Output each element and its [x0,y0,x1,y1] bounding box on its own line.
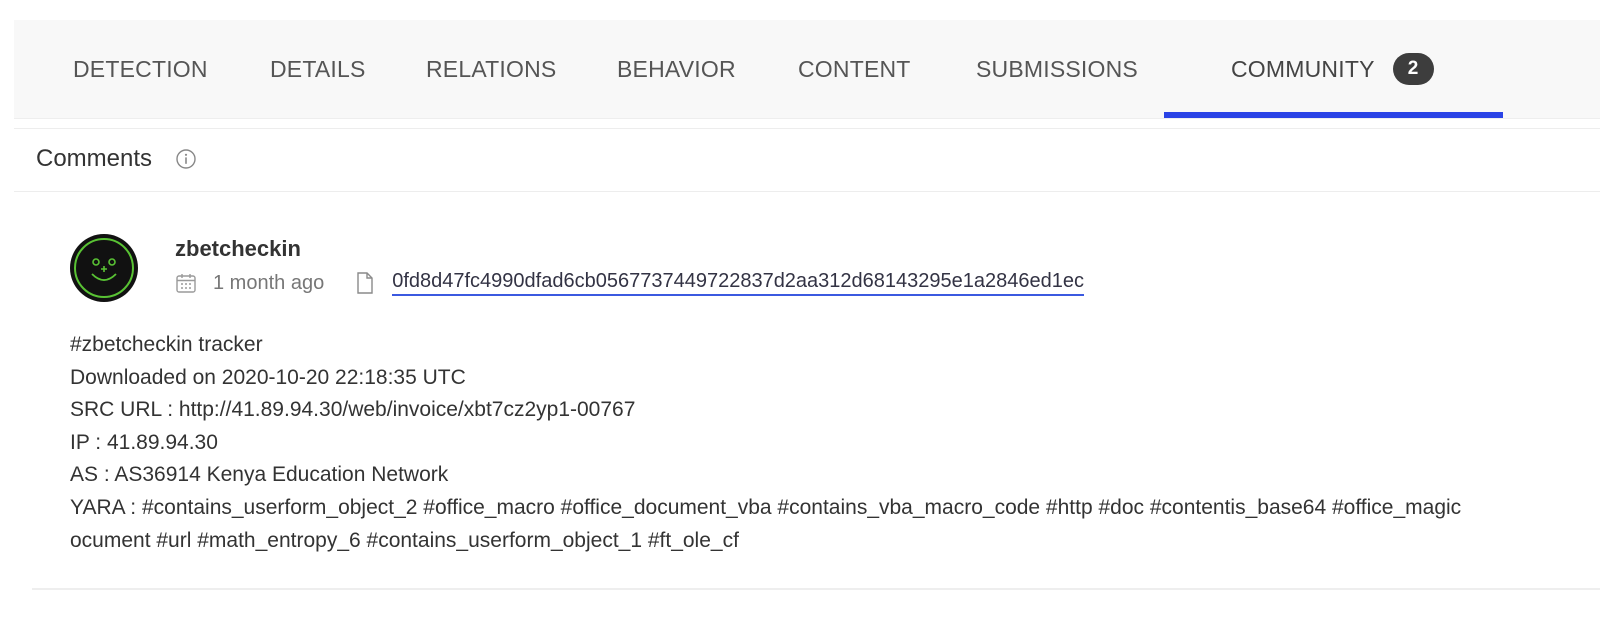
comment-line-yara: YARA : #contains_userform_object_2 #offi… [70,495,1462,519]
tab-submissions[interactable]: SUBMISSIONS [976,20,1138,118]
tab-label: CONTENT [798,55,911,82]
comment-body: #zbetcheckin tracker Downloaded on 2020-… [70,329,1600,557]
tab-label: DETAILS [270,55,366,82]
comment-line-ip: IP : 41.89.94.30 [70,430,218,454]
comment-line-yara-continued: ocument #url #math_entropy_6 #contains_u… [70,528,739,552]
file-hash-link[interactable]: 0fd8d47fc4990dfad6cb0567737449722837d2aa… [392,270,1085,296]
tab-label: BEHAVIOR [617,55,736,82]
tab-label: RELATIONS [426,55,557,82]
tab-bar: DETECTION DETAILS RELATIONS BEHAVIOR CON… [14,20,1600,119]
tab-detection[interactable]: DETECTION [73,20,208,118]
calendar-icon [176,274,196,293]
comment-divider [32,588,1600,590]
comment-line-tracker: #zbetcheckin tracker [70,333,263,356]
comment-item: zbetcheckin 1 month ago 0fd8d47fc4990dfa… [0,190,1600,590]
comment-line-downloaded: Downloaded on 2020-10-20 22:18:35 UTC [70,365,466,389]
comment-count-badge: 2 [1392,53,1434,85]
info-icon[interactable] [176,149,196,169]
tab-behavior[interactable]: BEHAVIOR [617,20,736,118]
active-tab-indicator [1164,112,1503,118]
tab-content[interactable]: CONTENT [798,20,911,118]
tab-label: SUBMISSIONS [976,55,1138,82]
tab-relations[interactable]: RELATIONS [426,20,556,118]
tab-label: COMMUNITY [1231,55,1375,82]
comment-meta: 1 month ago 0fd8d47fc4990dfad6cb05677374… [175,269,1085,297]
tab-label: DETECTION [73,55,208,82]
file-icon [357,272,373,294]
smiley-avatar-icon[interactable] [70,234,138,302]
comment-timestamp: 1 month ago [213,271,325,294]
comments-header: Comments [14,128,1600,192]
comment-author[interactable]: zbetcheckin [175,236,301,262]
comment-line-as: AS : AS36914 Kenya Education Network [70,463,449,487]
comment-line-src-url: SRC URL : http://41.89.94.30/web/invoice… [70,398,636,422]
comments-title: Comments [36,145,153,172]
tab-community[interactable]: COMMUNITY 2 [1231,20,1434,118]
tab-details[interactable]: DETAILS [270,20,366,118]
